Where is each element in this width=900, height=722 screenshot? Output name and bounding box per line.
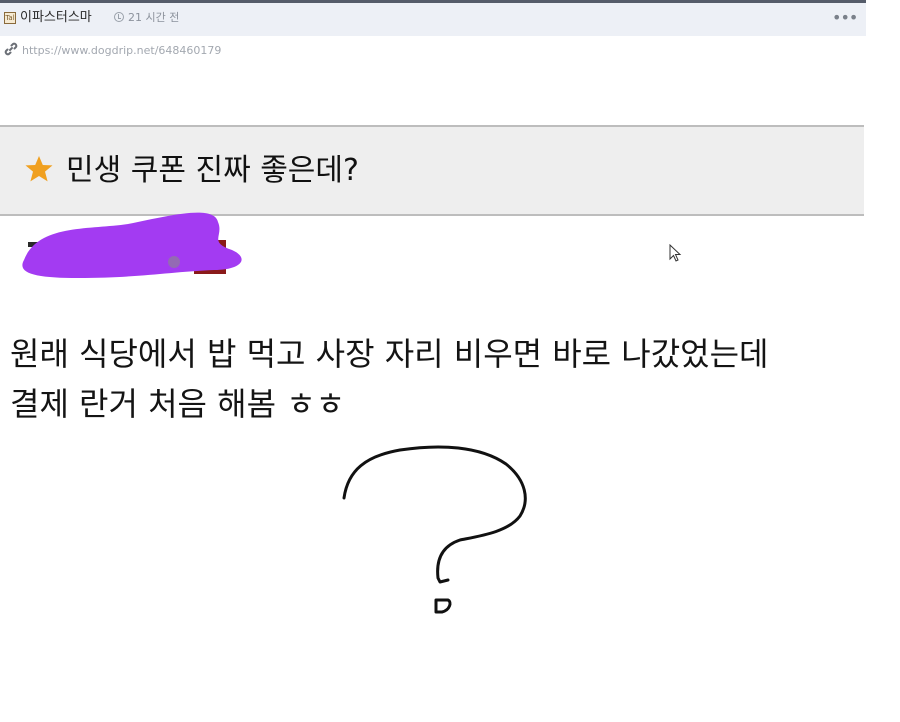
clock-icon <box>114 12 124 22</box>
author-name[interactable]: 이파스터스마 <box>20 10 92 26</box>
board-icon: Tal <box>4 12 16 24</box>
post-body-line-2: 결제 란거 처음 해봄 ㅎㅎ <box>10 385 346 423</box>
more-options-icon[interactable]: ••• <box>832 10 858 26</box>
star-icon <box>25 156 53 182</box>
hand-drawn-question-mark <box>342 445 527 614</box>
mouse-cursor-icon <box>669 244 682 262</box>
redacted-username-scribble <box>22 212 242 278</box>
link-icon <box>4 42 18 56</box>
right-gutter <box>866 0 900 40</box>
post-title: 민생 쿠폰 진짜 좋은데? <box>66 153 359 188</box>
post-url-link[interactable]: https://www.dogdrip.net/648460179 <box>22 44 221 58</box>
post-title-box: 민생 쿠폰 진짜 좋은데? <box>0 125 864 216</box>
post-body-line-1: 원래 식당에서 밥 먹고 사장 자리 비우면 바로 나갔었는데 <box>10 335 769 373</box>
post-time: 21 시간 전 <box>128 11 180 24</box>
